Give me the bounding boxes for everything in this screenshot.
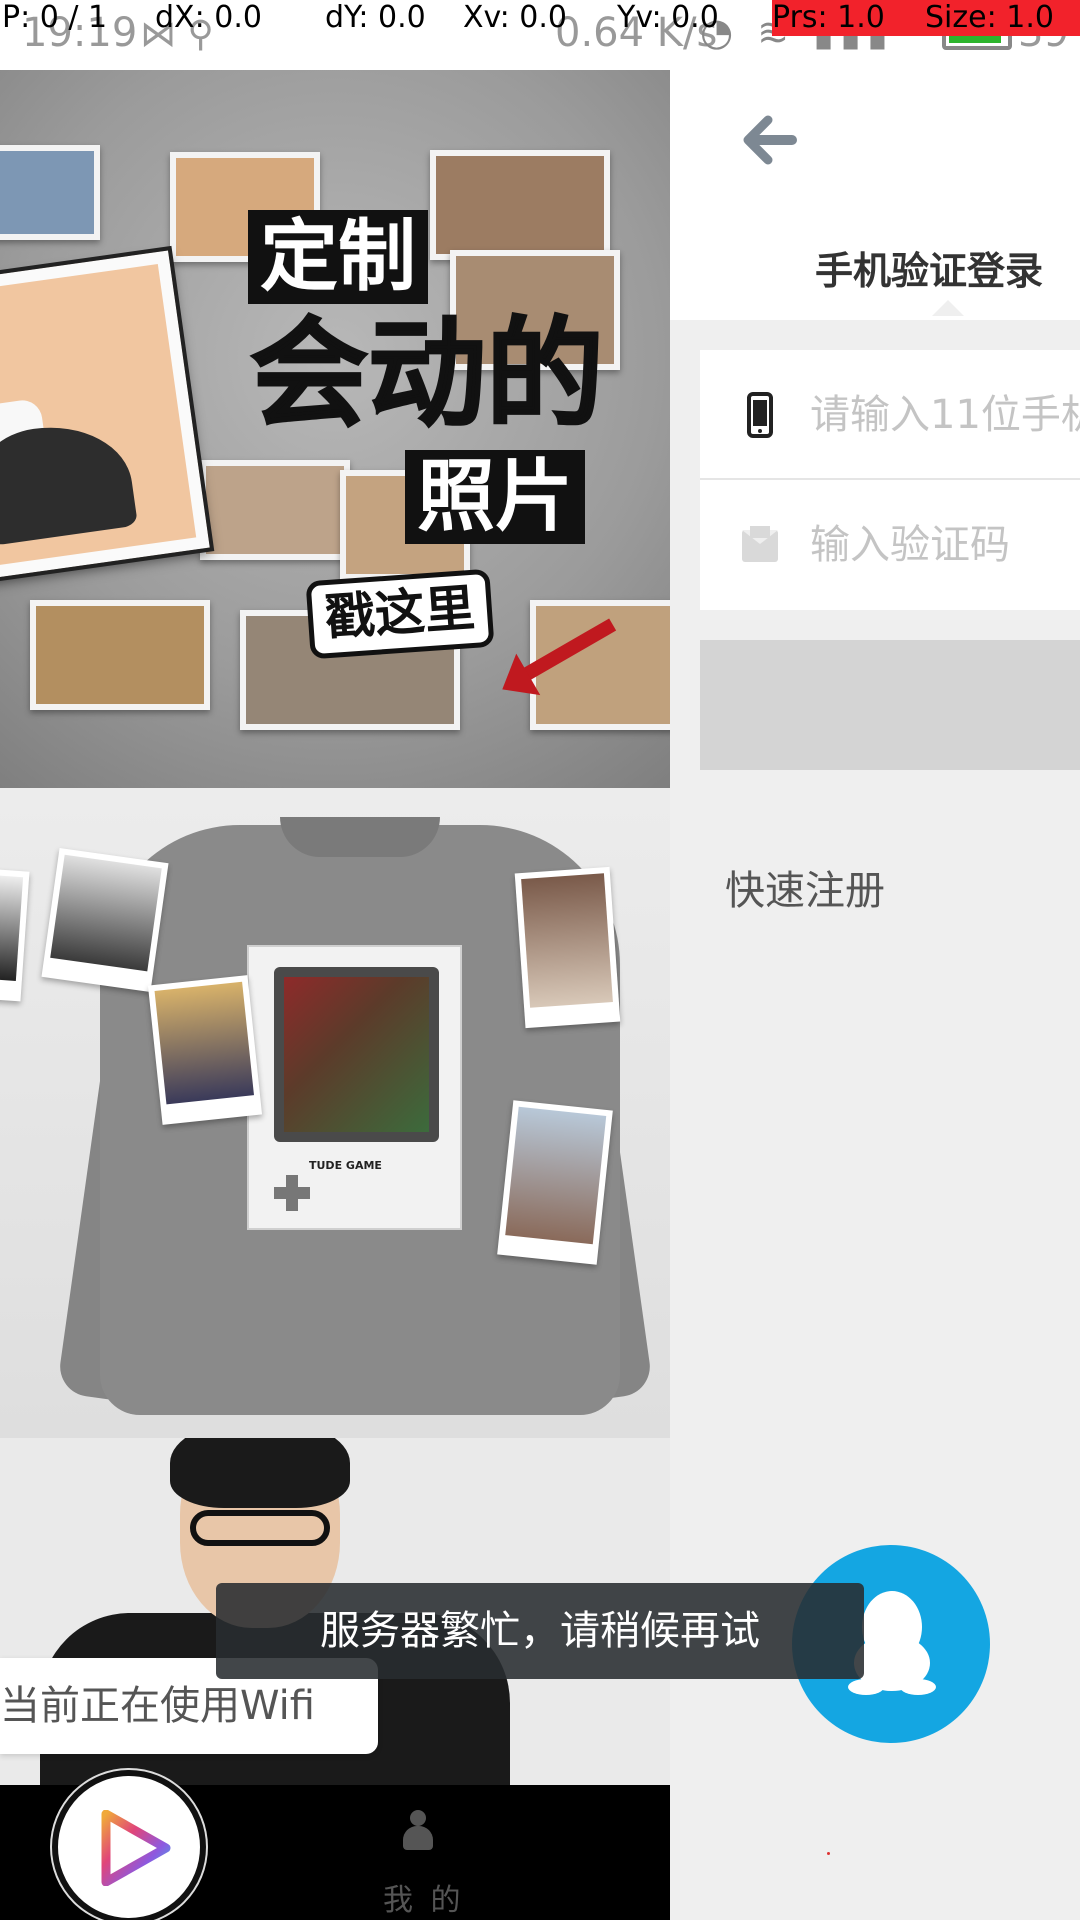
pointer-debug-overlay: P: 0 / 1 dX: 0.0 dY: 0.0 Xv: 0.0 Yv: 0.0… [0,0,1080,36]
banner-title-line1: 定制 [248,210,429,304]
promo-banner[interactable]: 定制 会动的 照片 戳这里 [0,70,670,788]
login-header: 手机验证登录 [670,70,1080,320]
quick-register-link[interactable]: 快速注册 [725,858,885,916]
debug-pressure: Prs: 1.0 [772,0,885,35]
gameboy-label: TUDE GAME [309,1159,382,1172]
polaroid-photo [497,1100,613,1265]
back-button[interactable] [740,110,800,170]
envelope-icon [742,526,778,562]
red-dot [827,1852,830,1855]
debug-size: Size: 1.0 [925,0,1054,35]
debug-dy: dY: 0.0 [325,0,426,35]
phone-row [700,350,1080,480]
tab-indicator [932,300,964,316]
nav-mine-label[interactable]: 我 的 [383,1875,465,1919]
screen: 定制 会动的 照片 戳这里 TUDE GAME 当前正在使用Wifi 我 的 手… [0,0,1080,1920]
code-row [700,480,1080,610]
wall-photo [430,150,610,260]
model-hair [170,1438,350,1508]
debug-dx: dX: 0.0 [155,0,262,35]
play-icon [101,1810,171,1886]
play-button[interactable] [52,1770,206,1920]
wall-photo [200,460,350,560]
wall-photo [0,145,100,240]
debug-yv: Yv: 0.0 [617,0,719,35]
verification-code-input[interactable] [810,510,1080,580]
login-form [700,350,1080,610]
polaroid-photo [0,868,30,1002]
polaroid-photo [147,975,263,1125]
gameboy-print: TUDE GAME [247,945,462,1230]
login-title: 手机验证登录 [815,249,1044,293]
polaroid-photo [514,866,621,1029]
user-icon[interactable] [403,1810,433,1850]
debug-xv: Xv: 0.0 [463,0,568,35]
wall-photo [30,600,210,710]
login-button[interactable] [700,640,1080,770]
banner-title-line3: 照片 [405,450,586,544]
polaroid-photo [41,847,169,993]
phone-input[interactable] [810,380,1080,450]
banner-stamp: 戳这里 [305,568,495,660]
server-busy-toast: 服务器繁忙，请稍候再试 [216,1583,864,1679]
banner-title-line2: 会动的 [249,305,605,443]
debug-pointer: P: 0 / 1 [2,0,108,35]
product-card-sweater[interactable]: TUDE GAME [0,790,670,1438]
back-arrow-icon [743,115,797,165]
phone-icon [747,392,773,438]
dpad-icon [274,1175,310,1211]
featured-photo [0,246,215,584]
model-glasses [190,1510,330,1546]
